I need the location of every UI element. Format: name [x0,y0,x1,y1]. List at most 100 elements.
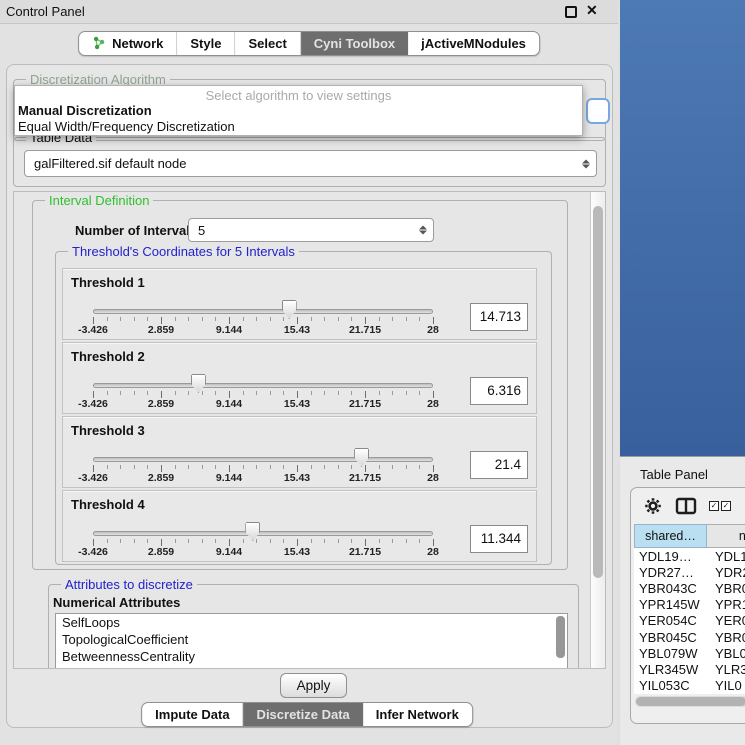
node-table-browser: ✓ ✓ shared… name YDL19…YDL1YDR27…YDR2YBR… [630,487,745,724]
threshold-slider-track[interactable] [93,457,433,462]
bottom-tab-infer-network[interactable]: Infer Network [363,703,472,726]
tab-label: Cyni Toolbox [314,36,395,51]
threshold-label: Threshold 3 [71,423,145,438]
cell-shared-name: YER054C [634,613,707,628]
cyni-toolbox-panel: Discretization Algorithm Select algorith… [6,64,613,728]
threshold-slider-track[interactable] [93,383,433,388]
column-checkbox-icons[interactable]: ✓ ✓ [709,501,731,511]
table-row[interactable]: YBR043CYBR0 [634,580,745,596]
threshold-card-1: Threshold 1 -3.4262.8599.14415.4321.71528… [62,268,537,340]
close-icon[interactable]: ✕ [586,2,598,19]
bottom-tab-discretize-data[interactable]: Discretize Data [244,703,363,726]
attributes-title: Attributes to discretize [61,577,197,592]
horizontal-scrollbar[interactable] [635,696,745,707]
combo-spinner-icon [582,158,589,169]
cell-shared-name: YLR345W [634,662,707,677]
table-panel: Table Panel ✓ ✓ shared… name YDL19…YDL1Y… [620,456,745,745]
column-header-shared-name[interactable]: shared… [634,524,707,548]
threshold-value-field[interactable]: 21.4 [470,451,528,479]
tab-network[interactable]: Network [79,32,177,55]
bottom-tab-impute-data[interactable]: Impute Data [142,703,243,726]
split-columns-icon[interactable] [675,497,697,515]
cell-shared-name: YDR27… [634,565,707,580]
scrollbar-thumb[interactable] [593,206,603,578]
number-of-intervals-combo[interactable]: 5 [188,218,434,242]
threshold-card-2: Threshold 2-3.4262.8599.14415.4321.71528… [62,342,537,414]
column-header-name[interactable]: name [707,524,745,548]
threshold-label: Threshold 1 [71,275,145,290]
numerical-attributes-list[interactable]: SelfLoopsTopologicalCoefficientBetweenne… [55,613,568,669]
cell-shared-name: YPR145W [634,597,707,612]
interval-definition-box: Interval Definition Number of Intervals … [32,200,568,570]
table-row[interactable]: YBR045CYBR0 [634,629,745,645]
table-data-combo[interactable]: galFiltered.sif default node [24,150,597,177]
table-row[interactable]: YLR345WYLR3 [634,661,745,677]
attributes-box: Attributes to discretize Numerical Attri… [48,584,579,669]
network-icon [92,36,106,51]
cell-name: YPR1 [707,597,745,612]
control-panel-tab-bar: Network Style Select Cyni Toolbox jActiveMNo… [78,31,540,56]
thresholds-title: Threshold's Coordinates for 5 Intervals [68,244,299,259]
threshold-value-field[interactable]: 11.344 [470,525,528,553]
table-header-row: shared… name [634,524,745,548]
table-rows: YDL19…YDL1YDR27…YDR2YBR043CYBR0YPR145WYP… [634,548,745,694]
algorithm-combo-focus-ring[interactable] [586,98,610,124]
vertical-scrollbar[interactable] [590,192,605,668]
scrollbar-thumb[interactable] [636,697,745,706]
apply-button[interactable]: Apply [280,673,347,698]
threshold-value-field[interactable]: 14.713 [470,303,528,331]
tab-label: Style [190,36,221,51]
tab-jactivemnodules[interactable]: jActiveMNodules [408,32,539,55]
slider-axis-labels: -3.4262.8599.14415.4321.71528 [93,546,433,558]
slider-axis-labels: -3.4262.8599.14415.4321.71528 [93,472,433,484]
cell-shared-name: YDL19… [634,549,707,564]
settings-scroll-panel: Interval Definition Number of Intervals … [13,191,606,669]
tab-style[interactable]: Style [177,32,235,55]
control-panel-titlebar: Control Panel ✕ [0,0,618,24]
tab-label: Network [112,36,163,51]
tab-label: Infer Network [376,707,459,722]
attribute-item-betweennesscentrality[interactable]: BetweennessCentrality [56,648,567,665]
popup-option-manual-discretization[interactable]: Manual Discretization [18,103,152,118]
table-row[interactable]: YER054CYER0 [634,613,745,629]
cell-name: YDL1 [707,549,745,564]
cell-name: YIL0 [707,678,745,693]
table-row[interactable]: YPR145WYPR1 [634,597,745,613]
cell-name: YLR3 [707,662,745,677]
popup-option-equal-width-frequency[interactable]: Equal Width/Frequency Discretization [18,119,235,134]
threshold-card-4: Threshold 4 -3.4262.8599.14415.4321.71528… [62,490,537,562]
threshold-slider-track[interactable] [93,531,433,536]
number-of-intervals-label: Number of Intervals [75,223,197,238]
slider-axis-labels: -3.4262.8599.14415.4321.71528 [93,398,433,410]
list-scrollbar[interactable] [556,616,565,658]
gear-icon[interactable] [643,496,663,516]
attribute-item-topologicalcoefficient[interactable]: TopologicalCoefficient [56,631,567,648]
threshold-value-field[interactable]: 6.316 [470,377,528,405]
combo-spinner-icon [419,225,426,236]
algorithm-dropdown-popup: Select algorithm to view settings Manual… [14,85,583,136]
cyni-bottom-tab-bar: Impute Data Discretize Data Infer Network [141,702,473,727]
interval-definition-title: Interval Definition [45,193,153,208]
table-row[interactable]: YDL19…YDL1 [634,548,745,564]
threshold-label: Threshold 4 [71,497,145,512]
tab-select[interactable]: Select [235,32,300,55]
cell-name: YBR0 [707,581,745,596]
tab-label: Select [248,36,286,51]
tab-cyni-toolbox[interactable]: Cyni Toolbox [301,32,408,55]
table-row[interactable]: YBL079WYBL0 [634,645,745,661]
cell-shared-name: YBL079W [634,646,707,661]
cell-name: YBR0 [707,630,745,645]
attribute-item-selfloops[interactable]: SelfLoops [56,614,567,631]
table-row[interactable]: YIL053CYIL0 [634,678,745,694]
slider-axis-labels: -3.4262.8599.14415.4321.71528 [93,324,433,336]
number-of-intervals-value: 5 [198,223,205,238]
cell-name: YER0 [707,613,745,628]
threshold-slider-track[interactable] [93,309,433,314]
table-row[interactable]: YDR27…YDR2 [634,564,745,580]
tab-label: Discretize Data [257,707,350,722]
float-window-button[interactable] [565,6,577,18]
cell-shared-name: YBR043C [634,581,707,596]
table-panel-title: Table Panel [640,467,708,482]
numerical-attributes-label: Numerical Attributes [53,595,180,610]
thresholds-box: Threshold's Coordinates for 5 Intervals … [55,251,552,565]
